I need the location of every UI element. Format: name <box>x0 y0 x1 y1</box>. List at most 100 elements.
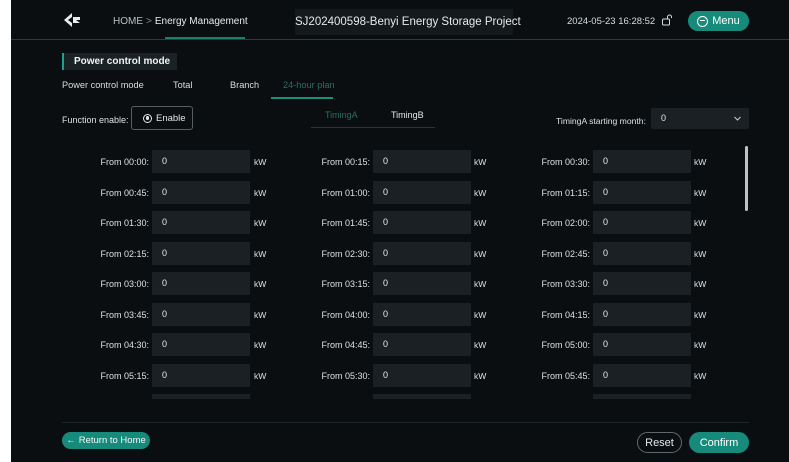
unit-label: kW <box>474 309 487 320</box>
menu-button[interactable]: Menu <box>688 11 749 31</box>
unit-label: kW <box>694 279 707 289</box>
starting-month-select[interactable]: 0 <box>651 108 749 129</box>
top-bar: HOME > Energy Management SJ202400598-Benyi… <box>11 0 789 40</box>
power-value-input[interactable]: 0 <box>373 272 471 295</box>
power-value-input[interactable]: 0 <box>593 333 691 356</box>
tab-divider <box>311 127 435 128</box>
time-slot-label: From 03:15: <box>321 279 370 289</box>
time-slot-label: From 03:30: <box>541 279 590 289</box>
starting-month-value: 0 <box>661 113 667 123</box>
mode-tab-24-hour-plan[interactable]: 24-hour plan <box>283 80 335 90</box>
unit-label: kW <box>474 248 487 259</box>
unit-label: kW <box>474 340 487 350</box>
power-value-input-partial[interactable] <box>152 394 250 399</box>
unit-label: kW <box>474 279 487 289</box>
breadcrumb-current[interactable]: Energy Management <box>155 16 248 27</box>
time-slot-label: From 04:00: <box>321 309 370 320</box>
unit-label: kW <box>254 370 267 381</box>
function-enable-label: Function enable: <box>62 115 129 125</box>
unit-label: kW <box>694 340 707 350</box>
time-slot-label: From 00:30: <box>541 157 590 167</box>
logo-icon <box>64 13 80 27</box>
unlock-icon[interactable] <box>661 14 673 26</box>
return-home-button[interactable]: ← Return to Home <box>62 432 150 449</box>
power-value-input[interactable]: 0 <box>373 211 471 234</box>
breadcrumb-separator: > <box>146 16 152 27</box>
tab-timing-b[interactable]: TimingB <box>391 110 424 120</box>
enable-radio[interactable]: Enable <box>131 106 193 130</box>
power-value-input[interactable]: 0 <box>152 211 250 234</box>
time-slot-label: From 01:30: <box>100 218 149 228</box>
time-slot-label: From 00:45: <box>100 187 149 198</box>
power-value-input-partial[interactable] <box>593 394 691 399</box>
time-slot-label: From 00:00: <box>100 157 149 167</box>
time-slot-label: From 02:00: <box>541 218 590 228</box>
power-value-input[interactable]: 0 <box>373 150 471 173</box>
time-slot-label: From 03:00: <box>100 279 149 289</box>
power-value-input-partial[interactable] <box>373 394 471 399</box>
mode-tab-power-control[interactable]: Power control mode <box>62 80 144 90</box>
unit-label: kW <box>694 187 707 198</box>
unit-label: kW <box>254 279 267 289</box>
power-value-input[interactable]: 0 <box>593 180 691 204</box>
power-value-input[interactable]: 0 <box>373 180 471 204</box>
section-title: Power control mode <box>62 53 177 70</box>
starting-month-label: TimingA starting month: <box>556 116 646 126</box>
power-value-input[interactable]: 0 <box>152 241 250 265</box>
time-slot-label: From 01:00: <box>321 187 370 198</box>
time-slot-label: From 03:45: <box>100 309 149 320</box>
tab-timing-a[interactable]: TimingA <box>325 110 358 120</box>
scrollbar[interactable] <box>745 146 748 211</box>
active-mode-underline <box>271 97 333 99</box>
power-value-input[interactable]: 0 <box>593 302 691 326</box>
mode-tab-branch[interactable]: Branch <box>230 80 259 90</box>
arrow-left-icon: ← <box>66 435 76 446</box>
power-value-input[interactable]: 0 <box>593 241 691 265</box>
breadcrumb-home[interactable]: HOME <box>113 16 143 27</box>
power-value-input[interactable]: 0 <box>373 333 471 356</box>
power-value-input[interactable]: 0 <box>593 211 691 234</box>
unit-label: kW <box>694 218 707 228</box>
mode-tab-total[interactable]: Total <box>173 80 192 90</box>
time-slot-label: From 01:45: <box>321 218 370 228</box>
unit-label: kW <box>254 248 267 259</box>
unit-label: kW <box>474 218 487 228</box>
power-value-input[interactable]: 0 <box>152 302 250 326</box>
breadcrumb: HOME > Energy Management <box>113 16 248 27</box>
confirm-button[interactable]: Confirm <box>689 432 749 453</box>
power-value-input[interactable]: 0 <box>593 363 691 387</box>
time-slot-label: From 04:30: <box>100 340 149 350</box>
footer-divider <box>62 422 749 423</box>
power-value-input[interactable]: 0 <box>373 302 471 326</box>
unit-label: kW <box>694 248 707 259</box>
unit-label: kW <box>254 157 267 167</box>
time-slot-label: From 02:30: <box>321 248 370 259</box>
power-value-input[interactable]: 0 <box>152 363 250 387</box>
menu-button-label: Menu <box>712 15 740 27</box>
unit-label: kW <box>254 309 267 320</box>
reset-button[interactable]: Reset <box>637 432 682 453</box>
power-value-input[interactable]: 0 <box>593 150 691 173</box>
enable-label: Enable <box>156 112 186 124</box>
power-value-input[interactable]: 0 <box>593 272 691 295</box>
time-slot-label: From 05:00: <box>541 340 590 350</box>
unit-label: kW <box>694 309 707 320</box>
unit-label: kW <box>694 157 707 167</box>
time-slot-label: From 04:15: <box>541 309 590 320</box>
chevron-down-icon <box>734 116 741 121</box>
breadcrumb-underline <box>165 37 245 39</box>
power-value-input[interactable]: 0 <box>373 241 471 265</box>
time-slot-label: From 01:15: <box>541 187 590 198</box>
time-slot-label: From 04:45: <box>321 340 370 350</box>
unit-label: kW <box>474 187 487 198</box>
power-value-input[interactable]: 0 <box>152 272 250 295</box>
unit-label: kW <box>474 370 487 381</box>
unit-label: kW <box>254 340 267 350</box>
unit-label: kW <box>694 370 707 381</box>
power-value-input[interactable]: 0 <box>152 333 250 356</box>
power-value-input[interactable]: 0 <box>152 150 250 173</box>
power-value-input[interactable]: 0 <box>373 363 471 387</box>
power-value-input[interactable]: 0 <box>152 180 250 204</box>
project-title: SJ202400598-Benyi Energy Storage Project <box>295 9 521 35</box>
datetime-display: 2024-05-23 16:28:52 <box>567 16 656 27</box>
